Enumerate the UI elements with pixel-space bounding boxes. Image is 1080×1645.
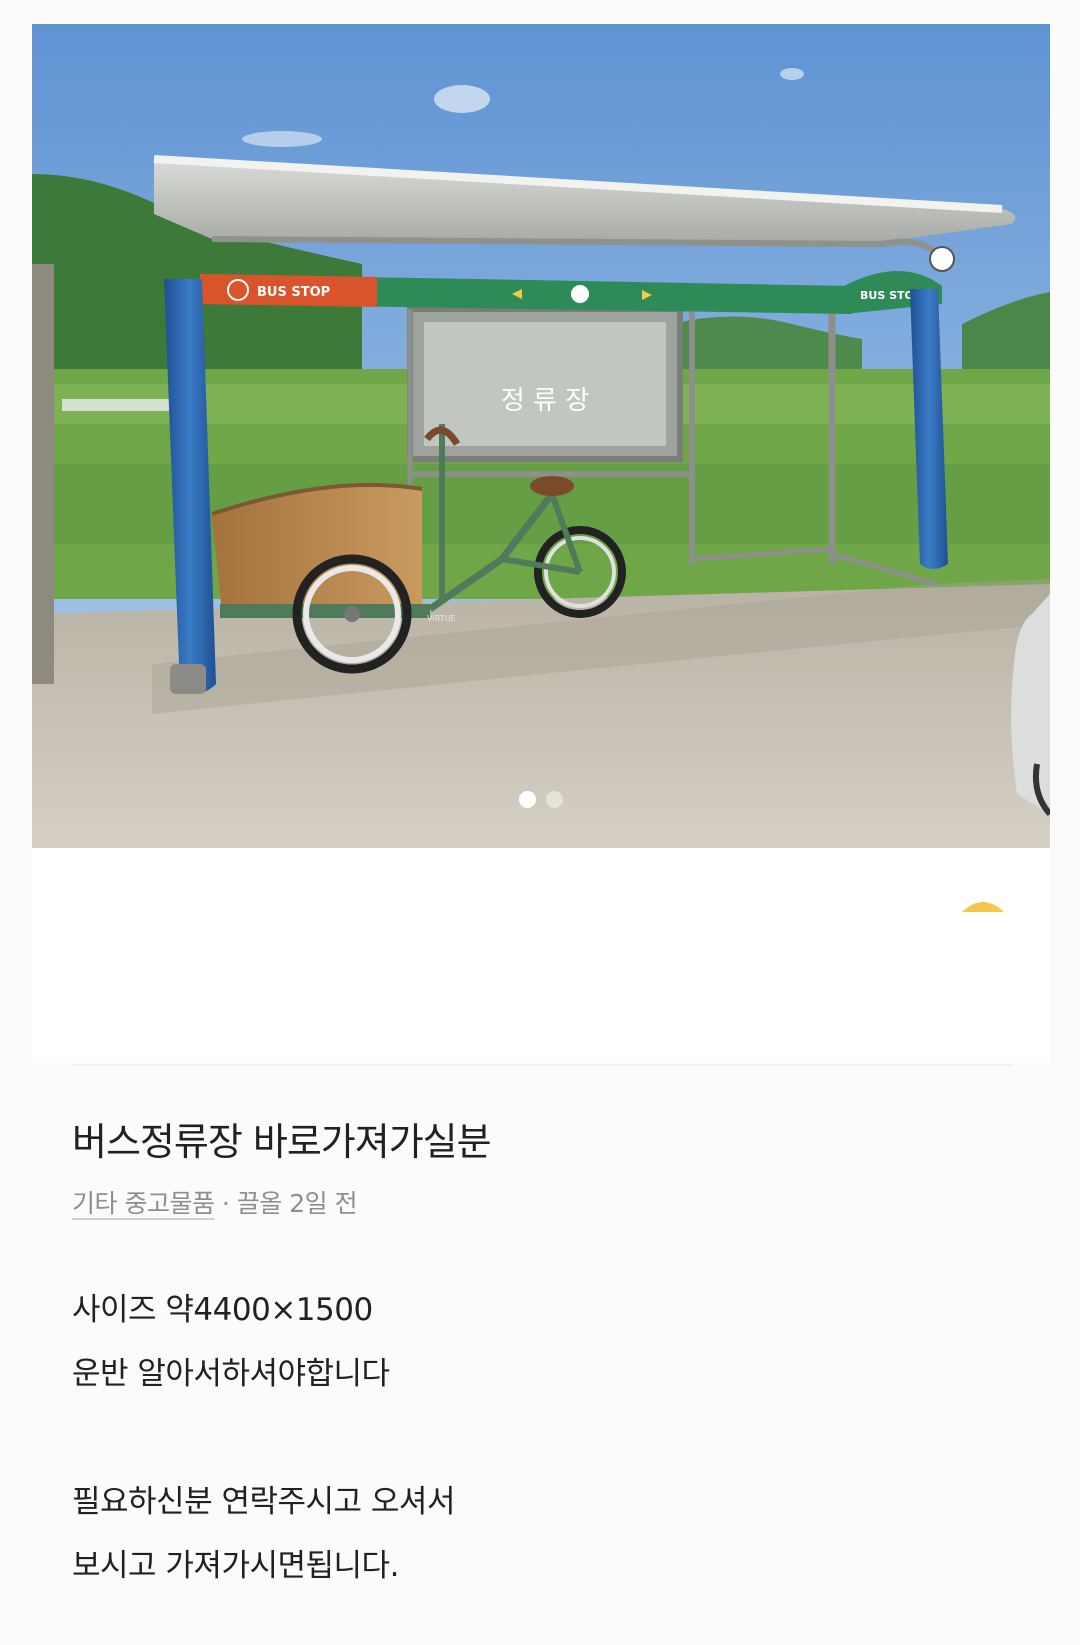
meta-separator: ·	[214, 1188, 237, 1218]
stop-name-sign: 정 류 장	[501, 386, 589, 416]
listing-title: 버스정류장 바로가져가실분	[72, 1120, 492, 1164]
section-divider	[72, 1064, 1012, 1066]
carousel-indicator	[32, 791, 1050, 808]
seller-profile-area[interactable]	[32, 848, 1050, 1063]
bump-time: 끌올 2일 전	[236, 1188, 358, 1218]
manner-temperature-icon	[962, 902, 1004, 912]
listing-page: 정 류 장 BUS STOP BUS STOP VIRTUE 버스정류장 바로가…	[0, 0, 1080, 1645]
listing-description: 사이즈 약4400×1500 운반 알아서하셔야합니다 필요하신분 연락주시고 …	[72, 1278, 1012, 1598]
photo-carousel[interactable]: 정 류 장 BUS STOP BUS STOP VIRTUE	[32, 24, 1050, 848]
carousel-dot-2[interactable]	[546, 791, 563, 808]
category-link[interactable]: 기타 중고물품	[72, 1189, 215, 1218]
description-line: 필요하신분 연락주시고 오셔서	[72, 1484, 455, 1521]
listing-photo: 정 류 장 BUS STOP BUS STOP VIRTUE	[32, 24, 1050, 848]
description-line: 운반 알아서하셔야합니다	[72, 1356, 390, 1393]
bike-brand-text: VIRTUE	[427, 614, 456, 623]
bus-stop-sign-left: BUS STOP	[257, 285, 330, 300]
description-blank-line	[72, 1406, 1012, 1470]
description-line: 사이즈 약4400×1500	[72, 1292, 373, 1329]
listing-content: 버스정류장 바로가져가실분 기타 중고물품 · 끌올 2일 전 사이즈 약440…	[72, 1120, 1012, 1598]
description-line: 보시고 가져가시면됩니다.	[72, 1548, 399, 1585]
carousel-dot-1[interactable]	[519, 791, 536, 808]
listing-meta: 기타 중고물품 · 끌올 2일 전	[72, 1188, 1012, 1221]
